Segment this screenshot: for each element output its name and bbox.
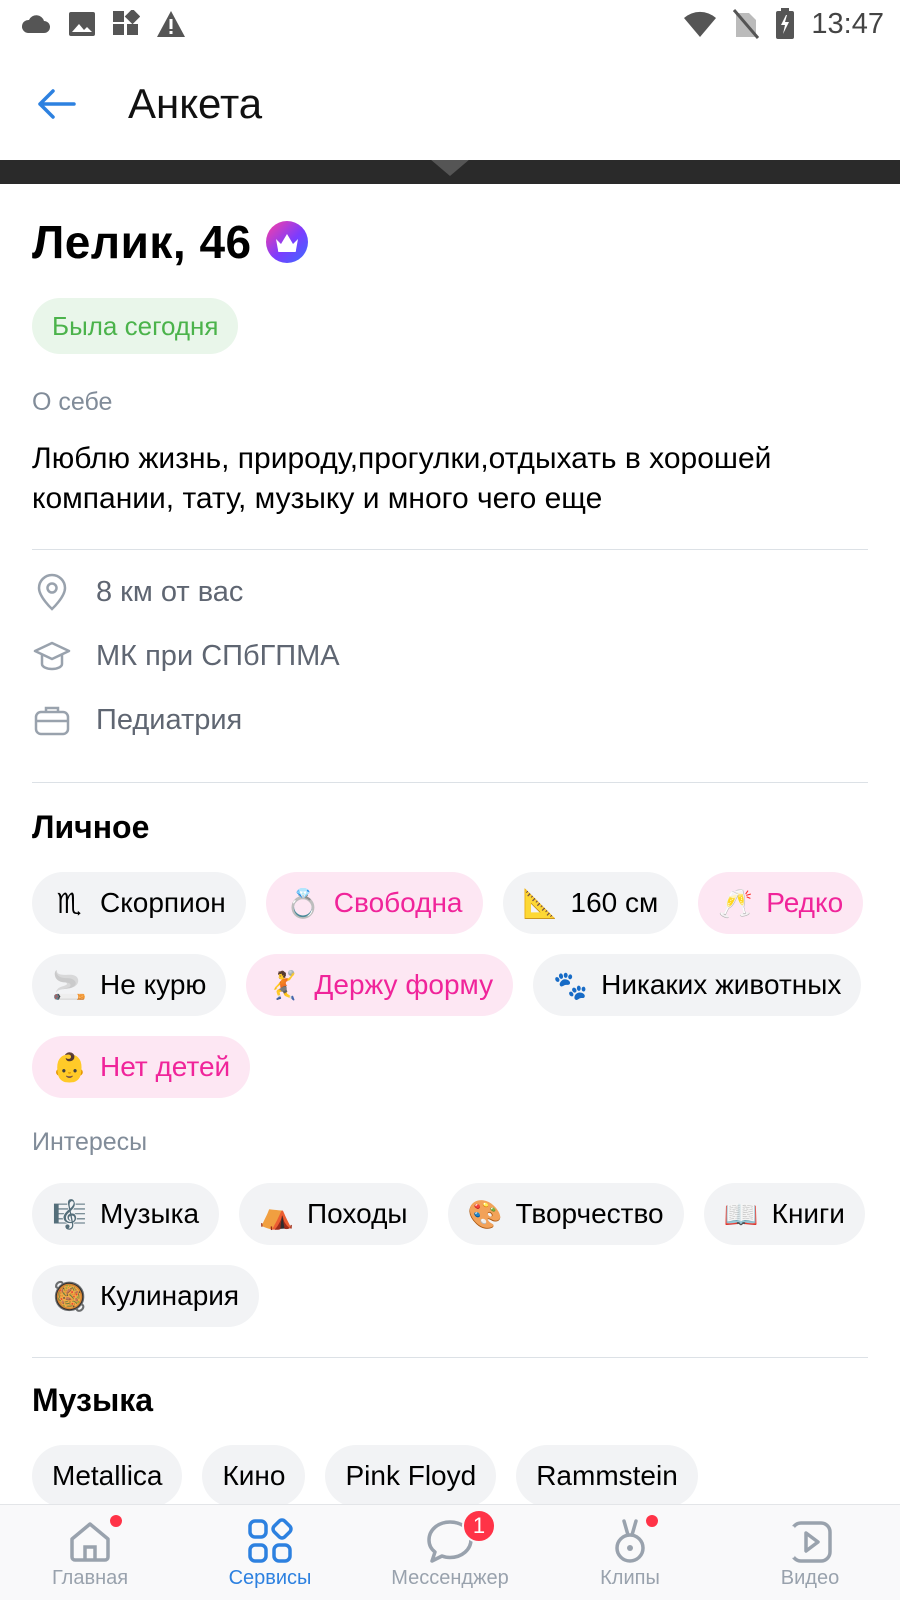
ring-icon: 💍 xyxy=(285,887,321,919)
divider xyxy=(32,549,868,550)
online-status-badge: Была сегодня xyxy=(32,298,239,354)
chip-sport[interactable]: 🤾 Держу форму xyxy=(246,954,514,1016)
tab-messenger[interactable]: 1 Мессенджер xyxy=(360,1505,540,1600)
notification-dot xyxy=(646,1515,658,1527)
page-title: Анкета xyxy=(128,80,263,127)
music-score-icon: 🎼 xyxy=(52,1198,87,1230)
personal-chips: ♏ Скорпион 💍 Свободна 📐 160 см 🥂 Редко 🚬 Не к… xyxy=(32,872,868,1098)
info-education: МК при СПбГПМА xyxy=(32,624,868,688)
chip-zodiac[interactable]: ♏ Скорпион xyxy=(32,872,246,934)
about-text: Люблю жизнь, природу,прогулки,отдыхать в… xyxy=(32,442,772,515)
handball-icon: 🤾 xyxy=(266,969,302,1001)
champagne-icon: 🥂 xyxy=(718,887,754,919)
chip-height[interactable]: 📐 160 см xyxy=(502,872,679,934)
info-list: 8 км от вас МК при СПбГПМА Педиатрия xyxy=(32,560,868,752)
status-bar-notifications xyxy=(20,10,186,38)
tent-icon: ⛺ xyxy=(259,1198,294,1230)
graduation-cap-icon xyxy=(32,636,72,676)
no-sim-icon xyxy=(733,9,760,39)
tab-clips-label: Клипы xyxy=(600,1567,660,1589)
warning-icon xyxy=(157,11,185,37)
chip-interest-cooking[interactable]: 🥘 Кулинария xyxy=(32,1265,260,1327)
cloud-icon xyxy=(21,15,50,33)
interests-chips: 🎼 Музыка ⛺ Походы 🎨 Творчество 📖 Книги 🥘 Кули… xyxy=(32,1183,868,1327)
chip-alcohol[interactable]: 🥂 Редко xyxy=(698,872,864,934)
music-section-title: Музыка xyxy=(32,1382,154,1418)
tab-services-label: Сервисы xyxy=(228,1567,312,1589)
paw-icon: 🐾 xyxy=(553,969,588,1001)
location-pin-icon xyxy=(32,572,72,612)
unread-badge: 1 xyxy=(462,1509,496,1543)
cigarette-icon: 🚬 xyxy=(52,969,87,1001)
chip-relationship[interactable]: 💍 Свободна xyxy=(265,872,483,934)
notification-dot xyxy=(110,1515,122,1527)
chip-band[interactable]: Pink Floyd xyxy=(325,1445,497,1507)
status-bar-system: 13:47 xyxy=(683,8,884,41)
personal-section-title: Личное xyxy=(32,809,150,845)
tab-messenger-label: Мессенджер xyxy=(391,1567,509,1589)
tab-clips[interactable]: Клипы xyxy=(540,1505,720,1600)
interests-label: Интересы xyxy=(32,1128,148,1156)
music-chips: Metallica Кино Pink Floyd Rammstein xyxy=(32,1445,868,1507)
chip-interest-hiking[interactable]: ⛺ Походы xyxy=(239,1183,428,1245)
chip-smoking[interactable]: 🚬 Не курю xyxy=(32,954,227,1016)
info-work: Педиатрия xyxy=(32,688,868,752)
profile-photo[interactable] xyxy=(0,160,900,184)
profile-name-row: Лелик, 46 xyxy=(32,214,868,270)
chip-interest-music[interactable]: 🎼 Музыка xyxy=(32,1183,220,1245)
chip-band[interactable]: Кино xyxy=(202,1445,306,1507)
tab-services[interactable]: Сервисы xyxy=(180,1505,360,1600)
profile-content: Лелик, 46 Была сегодня О себе Люблю жизн… xyxy=(32,184,868,1507)
chip-children[interactable]: 👶 Нет детей xyxy=(32,1036,251,1098)
image-icon xyxy=(69,12,95,36)
status-bar: 13:47 xyxy=(0,0,900,48)
divider xyxy=(32,1357,868,1358)
briefcase-icon xyxy=(32,700,72,740)
tab-video[interactable]: Видео xyxy=(720,1505,900,1600)
tab-home[interactable]: Главная xyxy=(0,1505,180,1600)
info-distance: 8 км от вас xyxy=(32,560,868,624)
education-text: МК при СПбГПМА xyxy=(96,639,340,672)
crown-icon[interactable] xyxy=(265,221,308,263)
clock: 13:47 xyxy=(811,7,884,40)
app-bar: Анкета xyxy=(0,48,900,160)
back-button[interactable] xyxy=(28,76,84,132)
divider xyxy=(32,782,868,783)
profile-name: Лелик, 46 xyxy=(32,216,252,268)
tab-home-label: Главная xyxy=(51,1567,129,1589)
work-text: Педиатрия xyxy=(96,703,243,736)
about-label: О себе xyxy=(32,388,113,416)
chip-band[interactable]: Metallica xyxy=(32,1445,183,1507)
bottom-tab-bar: Главная Сервисы 1 Мессенджер Клипы Видео xyxy=(0,1504,900,1600)
home-icon xyxy=(70,1522,110,1562)
chip-interest-books[interactable]: 📖 Книги xyxy=(703,1183,865,1245)
baby-icon: 👶 xyxy=(52,1051,87,1083)
arrow-left-icon xyxy=(38,89,76,119)
battery-icon xyxy=(776,8,795,39)
tab-video-label: Видео xyxy=(780,1567,840,1589)
chip-band[interactable]: Rammstein xyxy=(516,1445,698,1507)
wifi-icon xyxy=(684,11,717,38)
chip-interest-art[interactable]: 🎨 Творчество xyxy=(447,1183,684,1245)
pan-icon: 🥘 xyxy=(52,1280,87,1312)
palette-icon: 🎨 xyxy=(467,1198,503,1230)
services-grid-icon xyxy=(248,1518,293,1563)
distance-text: 8 км от вас xyxy=(96,575,244,608)
ruler-icon: 📐 xyxy=(522,887,558,919)
widgets-icon xyxy=(113,10,140,35)
chip-pets[interactable]: 🐾 Никаких животных xyxy=(533,954,862,1016)
book-icon: 📖 xyxy=(723,1198,759,1230)
video-play-icon xyxy=(789,1521,832,1563)
scorpio-icon: ♏ xyxy=(56,887,82,919)
